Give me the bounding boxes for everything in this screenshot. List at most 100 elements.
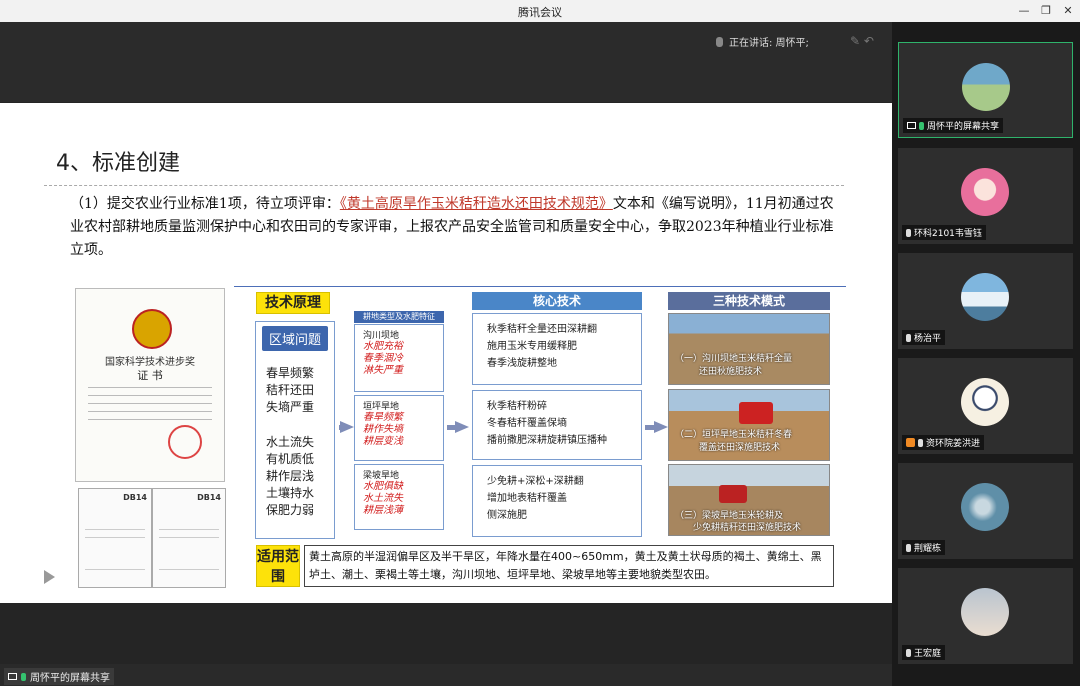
doc-code: DB14 xyxy=(123,493,147,502)
region-item: 土壤持水 xyxy=(266,486,315,500)
soil-feature: 耕作失墒 xyxy=(363,424,403,435)
mode-photo-1: （一）沟川坝地玉米秸秆全量 还田秋施肥技术 xyxy=(668,313,830,385)
arrow-icon xyxy=(340,421,354,433)
core-tech-item: 施用玉米专用缓释肥 xyxy=(487,341,577,352)
region-item: 耕作层浅 xyxy=(266,469,315,483)
mode-caption: （三）梁坡旱地玉米轮耕及 xyxy=(675,511,784,521)
mode-photo-2: （二）垣坪旱地玉米秸秆冬春 覆盖还田深施肥技术 xyxy=(668,389,830,461)
soil-feature: 水肥俱缺 xyxy=(363,481,403,492)
core-tech-item: 秋季秸秆全量还田深耕翻 xyxy=(487,324,597,335)
region-item: 秸秆还田 xyxy=(266,383,315,397)
tech-principle-label: 技术原理 xyxy=(256,292,330,314)
avatar xyxy=(961,378,1009,426)
participant-name-label: 环科2101韦雪钰 xyxy=(902,225,986,240)
participant-tile[interactable]: 环科2101韦雪钰 xyxy=(898,148,1073,244)
standard-document-1: DB14 xyxy=(78,488,152,588)
region-item: 有机质低 xyxy=(266,452,315,466)
microphone-icon xyxy=(716,36,723,47)
soil-feature: 春旱频繁 xyxy=(363,412,403,423)
minimize-button[interactable]: — xyxy=(1016,3,1032,19)
core-tech-item: 侧深施肥 xyxy=(487,510,527,521)
slide-title: 4、标准创建 xyxy=(56,151,180,176)
arrow-icon xyxy=(654,421,668,433)
participant-tile[interactable]: 周怀平的屏幕共享 xyxy=(898,42,1073,138)
certificate-subtitle: 证 书 xyxy=(137,369,163,382)
participant-name: 环科2101韦雪钰 xyxy=(914,229,982,239)
region-item: 春旱频繁 xyxy=(266,366,315,380)
para-prefix: （1）提交农业行业标准1项，待立项评审： xyxy=(70,196,340,212)
mode-caption: （二）垣坪旱地玉米秸秆冬春 xyxy=(675,430,793,440)
region-item: 保肥力弱 xyxy=(266,503,315,517)
presentation-slide: 4、标准创建 （1）提交农业行业标准1项，待立项评审：《黄土高原旱作玉米秸秆造水… xyxy=(0,103,892,603)
participant-tile[interactable]: 杨治平 xyxy=(898,253,1073,349)
mode-caption: （一）沟川坝地玉米秸秆全量 xyxy=(675,354,793,364)
tech-modes-head: 三种技术模式 xyxy=(668,292,830,310)
core-tech-item: 少免耕+深松+深耕翻 xyxy=(487,476,584,487)
close-button[interactable]: ✕ xyxy=(1060,3,1076,19)
scope-label: 适用范围 xyxy=(256,545,300,587)
participant-name: 资环院姜洪进 xyxy=(926,439,981,449)
participant-name-label: 王宏庭 xyxy=(902,645,946,660)
core-tech-cell: 少免耕+深松+深耕翻 增加地表秸秆覆盖 侧深施肥 xyxy=(472,465,642,537)
restore-button[interactable]: ❐ xyxy=(1038,3,1054,19)
core-tech-item: 秋季秸秆粉碎 xyxy=(487,401,547,412)
microphone-icon xyxy=(919,121,924,130)
region-problem-head: 区域问题 xyxy=(262,326,328,351)
participant-tile[interactable]: 荆耀栋 xyxy=(898,463,1073,559)
avatar xyxy=(961,168,1009,216)
microphone-icon xyxy=(906,228,911,237)
standard-document-2: DB14 xyxy=(152,488,226,588)
soil-feature: 耕层浅薄 xyxy=(363,505,403,516)
play-icon[interactable] xyxy=(44,570,55,584)
participant-name-label: 资环院姜洪进 xyxy=(902,435,985,450)
participant-name: 周怀平的屏幕共享 xyxy=(927,122,1000,132)
avatar xyxy=(961,483,1009,531)
core-tech-head: 核心技术 xyxy=(472,292,642,310)
participant-tile[interactable]: 资环院姜洪进 xyxy=(898,358,1073,454)
region-item: 失墒严重 xyxy=(266,400,315,414)
speaking-label: 正在讲话: 周怀平; xyxy=(729,38,809,49)
participant-name-label: 周怀平的屏幕共享 xyxy=(903,118,1004,133)
participant-name: 荆耀栋 xyxy=(914,544,942,554)
participant-name: 杨治平 xyxy=(914,334,942,344)
soil-type-name: 垣坪旱地 xyxy=(363,402,400,412)
screen-share-label: 周怀平的屏幕共享 xyxy=(4,668,114,685)
title-divider xyxy=(44,185,844,186)
scope-text: 黄土高原的半湿润偏旱区及半干旱区，年降水量在400~650mm，黄土及黄土状母质… xyxy=(304,545,834,587)
participant-name-label: 杨治平 xyxy=(902,330,946,345)
soil-feature: 耕层变浅 xyxy=(363,436,403,447)
diagram-top-rule xyxy=(234,286,846,287)
microphone-icon xyxy=(906,333,911,342)
participant-name: 王宏庭 xyxy=(914,649,942,659)
share-label-text: 周怀平的屏幕共享 xyxy=(30,673,110,684)
soil-type-name: 沟川坝地 xyxy=(363,331,400,341)
slide-paragraph: （1）提交农业行业标准1项，待立项评审：《黄土高原旱作玉米秸秆造水还田技术规范》… xyxy=(70,193,840,262)
core-tech-item: 播前撒肥深耕旋耕镇压播种 xyxy=(487,435,607,446)
participant-tile[interactable]: 王宏庭 xyxy=(898,568,1073,664)
soil-feature: 水土流失 xyxy=(363,493,403,504)
certificate-title: 国家科学技术进步奖 xyxy=(105,357,195,368)
screen-share-icon xyxy=(8,673,17,680)
soil-type-cell: 梁坡旱地 水肥俱缺 水土流失 耕层浅薄 xyxy=(354,464,444,530)
speaking-indicator: 正在讲话: 周怀平; xyxy=(716,34,809,49)
annotation-tools[interactable]: ✎ ↶ xyxy=(850,34,874,48)
avatar xyxy=(961,273,1009,321)
microphone-icon xyxy=(918,438,923,447)
soil-feature: 春季涸冷 xyxy=(363,353,403,364)
mode-caption: 少免耕秸秆还田深施肥技术 xyxy=(693,523,802,533)
mode-photo-3: （三）梁坡旱地玉米轮耕及 少免耕秸秆还田深施肥技术 xyxy=(668,464,830,536)
certificate-text-lines xyxy=(88,387,212,427)
microphone-icon xyxy=(906,543,911,552)
region-item: 水土流失 xyxy=(266,435,315,449)
soil-type-cell: 沟川坝地 水肥充裕 春季涸冷 淋失严重 xyxy=(354,324,444,392)
undo-icon[interactable]: ↶ xyxy=(864,34,874,48)
core-tech-cell: 秋季秸秆全量还田深耕翻 施用玉米专用缓释肥 春季浅旋耕整地 xyxy=(472,313,642,385)
avatar xyxy=(962,63,1010,111)
pen-icon[interactable]: ✎ xyxy=(850,34,860,48)
microphone-icon xyxy=(906,648,911,657)
soil-type-cell: 垣坪旱地 春旱频繁 耕作失墒 耕层变浅 xyxy=(354,395,444,461)
soil-type-name: 梁坡旱地 xyxy=(363,471,400,481)
arrow-icon xyxy=(455,421,469,433)
core-tech-item: 增加地表秸秆覆盖 xyxy=(487,493,567,504)
tractor-icon xyxy=(739,402,773,424)
